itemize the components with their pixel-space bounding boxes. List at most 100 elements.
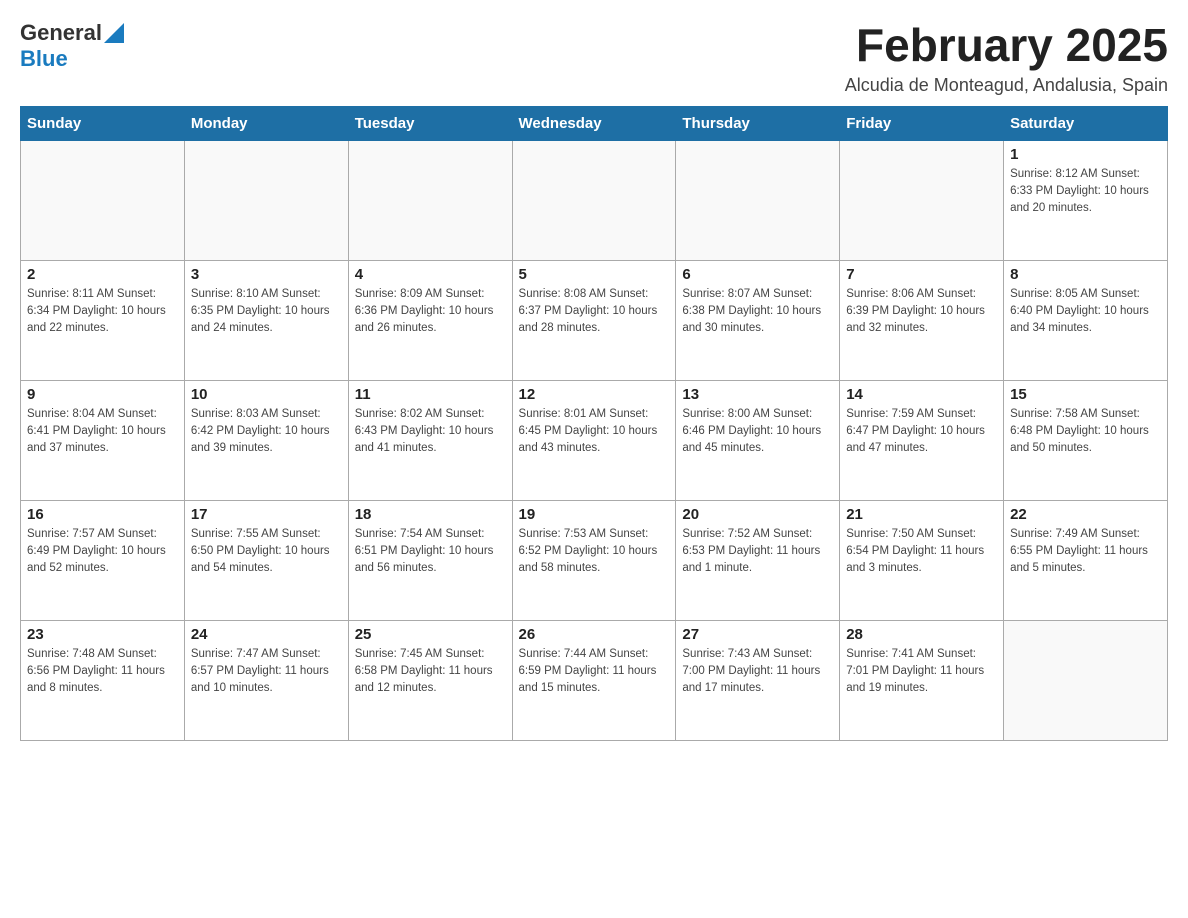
day-info: Sunrise: 8:12 AM Sunset: 6:33 PM Dayligh… <box>1010 166 1161 218</box>
calendar-day-cell: 16 Sunrise: 7:57 AM Sunset: 6:49 PM Dayli… <box>21 500 185 620</box>
weekday-header-tuesday: Tuesday <box>348 106 512 140</box>
calendar-day-cell: 2 Sunrise: 8:11 AM Sunset: 6:34 PM Daylig… <box>21 260 185 380</box>
day-number: 3 <box>191 266 342 283</box>
day-info: Sunrise: 8:00 AM Sunset: 6:46 PM Dayligh… <box>682 406 833 458</box>
calendar-day-cell: 15 Sunrise: 7:58 AM Sunset: 6:48 PM Dayli… <box>1004 380 1168 500</box>
day-info: Sunrise: 7:55 AM Sunset: 6:50 PM Dayligh… <box>191 526 342 578</box>
logo-general-text: General <box>20 20 102 46</box>
day-info: Sunrise: 8:03 AM Sunset: 6:42 PM Dayligh… <box>191 406 342 458</box>
day-number: 8 <box>1010 266 1161 283</box>
day-number: 15 <box>1010 386 1161 403</box>
calendar-day-cell: 6 Sunrise: 8:07 AM Sunset: 6:38 PM Daylig… <box>676 260 840 380</box>
day-info: Sunrise: 7:44 AM Sunset: 6:59 PM Dayligh… <box>519 646 670 698</box>
day-info: Sunrise: 7:53 AM Sunset: 6:52 PM Dayligh… <box>519 526 670 578</box>
logo-blue-text: Blue <box>20 46 68 72</box>
day-info: Sunrise: 7:50 AM Sunset: 6:54 PM Dayligh… <box>846 526 997 578</box>
calendar-day-cell: 11 Sunrise: 8:02 AM Sunset: 6:43 PM Dayli… <box>348 380 512 500</box>
calendar-day-cell: 25 Sunrise: 7:45 AM Sunset: 6:58 PM Dayli… <box>348 620 512 740</box>
day-info: Sunrise: 8:06 AM Sunset: 6:39 PM Dayligh… <box>846 286 997 338</box>
location-title: Alcudia de Monteagud, Andalusia, Spain <box>845 75 1168 96</box>
calendar-day-cell: 7 Sunrise: 8:06 AM Sunset: 6:39 PM Daylig… <box>840 260 1004 380</box>
weekday-header-row: SundayMondayTuesdayWednesdayThursdayFrid… <box>21 106 1168 140</box>
calendar-week-row: 9 Sunrise: 8:04 AM Sunset: 6:41 PM Daylig… <box>21 380 1168 500</box>
calendar-day-cell: 1 Sunrise: 8:12 AM Sunset: 6:33 PM Daylig… <box>1004 140 1168 260</box>
day-number: 10 <box>191 386 342 403</box>
day-info: Sunrise: 7:57 AM Sunset: 6:49 PM Dayligh… <box>27 526 178 578</box>
calendar-day-cell: 23 Sunrise: 7:48 AM Sunset: 6:56 PM Dayli… <box>21 620 185 740</box>
calendar-day-cell: 4 Sunrise: 8:09 AM Sunset: 6:36 PM Daylig… <box>348 260 512 380</box>
day-number: 6 <box>682 266 833 283</box>
calendar-day-cell <box>840 140 1004 260</box>
day-number: 1 <box>1010 146 1161 163</box>
calendar-day-cell: 24 Sunrise: 7:47 AM Sunset: 6:57 PM Dayli… <box>184 620 348 740</box>
calendar-day-cell: 9 Sunrise: 8:04 AM Sunset: 6:41 PM Daylig… <box>21 380 185 500</box>
calendar-day-cell: 22Sunrise: 7:49 AM Sunset: 6:55 PM Dayli… <box>1004 500 1168 620</box>
calendar-week-row: 1 Sunrise: 8:12 AM Sunset: 6:33 PM Daylig… <box>21 140 1168 260</box>
calendar-day-cell: 20 Sunrise: 7:52 AM Sunset: 6:53 PM Dayli… <box>676 500 840 620</box>
day-number: 25 <box>355 626 506 643</box>
day-info: Sunrise: 8:09 AM Sunset: 6:36 PM Dayligh… <box>355 286 506 338</box>
day-info: Sunrise: 7:52 AM Sunset: 6:53 PM Dayligh… <box>682 526 833 578</box>
day-info: Sunrise: 8:07 AM Sunset: 6:38 PM Dayligh… <box>682 286 833 338</box>
calendar-day-cell: 13 Sunrise: 8:00 AM Sunset: 6:46 PM Dayli… <box>676 380 840 500</box>
day-info: Sunrise: 7:41 AM Sunset: 7:01 PM Dayligh… <box>846 646 997 698</box>
calendar-week-row: 23 Sunrise: 7:48 AM Sunset: 6:56 PM Dayli… <box>21 620 1168 740</box>
weekday-header-sunday: Sunday <box>21 106 185 140</box>
calendar-day-cell: 5 Sunrise: 8:08 AM Sunset: 6:37 PM Daylig… <box>512 260 676 380</box>
day-info: Sunrise: 8:08 AM Sunset: 6:37 PM Dayligh… <box>519 286 670 338</box>
calendar-day-cell: 10 Sunrise: 8:03 AM Sunset: 6:42 PM Dayli… <box>184 380 348 500</box>
calendar-day-cell: 19 Sunrise: 7:53 AM Sunset: 6:52 PM Dayli… <box>512 500 676 620</box>
day-info: Sunrise: 7:54 AM Sunset: 6:51 PM Dayligh… <box>355 526 506 578</box>
calendar-day-cell: 27Sunrise: 7:43 AM Sunset: 7:00 PM Dayli… <box>676 620 840 740</box>
day-info: Sunrise: 7:58 AM Sunset: 6:48 PM Dayligh… <box>1010 406 1161 458</box>
header: General Blue February 2025 Alcudia de Mo… <box>20 20 1168 96</box>
day-info: Sunrise: 7:49 AM Sunset: 6:55 PM Dayligh… <box>1010 526 1161 578</box>
day-number: 19 <box>519 506 670 523</box>
day-info: Sunrise: 7:45 AM Sunset: 6:58 PM Dayligh… <box>355 646 506 698</box>
title-block: February 2025 Alcudia de Monteagud, Anda… <box>845 20 1168 96</box>
day-number: 2 <box>27 266 178 283</box>
day-info: Sunrise: 7:47 AM Sunset: 6:57 PM Dayligh… <box>191 646 342 698</box>
day-info: Sunrise: 8:04 AM Sunset: 6:41 PM Dayligh… <box>27 406 178 458</box>
day-number: 16 <box>27 506 178 523</box>
calendar-day-cell: 28 Sunrise: 7:41 AM Sunset: 7:01 PM Dayli… <box>840 620 1004 740</box>
weekday-header-monday: Monday <box>184 106 348 140</box>
day-number: 23 <box>27 626 178 643</box>
weekday-header-friday: Friday <box>840 106 1004 140</box>
day-number: 9 <box>27 386 178 403</box>
day-info: Sunrise: 8:10 AM Sunset: 6:35 PM Dayligh… <box>191 286 342 338</box>
day-number: 24 <box>191 626 342 643</box>
calendar-day-cell <box>512 140 676 260</box>
day-number: 5 <box>519 266 670 283</box>
calendar-day-cell <box>1004 620 1168 740</box>
calendar-day-cell: 26Sunrise: 7:44 AM Sunset: 6:59 PM Dayli… <box>512 620 676 740</box>
logo: General Blue <box>20 20 124 72</box>
calendar-week-row: 2 Sunrise: 8:11 AM Sunset: 6:34 PM Daylig… <box>21 260 1168 380</box>
calendar-day-cell <box>676 140 840 260</box>
day-number: 4 <box>355 266 506 283</box>
day-info: Sunrise: 8:02 AM Sunset: 6:43 PM Dayligh… <box>355 406 506 458</box>
day-number: 20 <box>682 506 833 523</box>
calendar-day-cell: 3 Sunrise: 8:10 AM Sunset: 6:35 PM Daylig… <box>184 260 348 380</box>
day-number: 28 <box>846 626 997 643</box>
day-number: 14 <box>846 386 997 403</box>
day-number: 7 <box>846 266 997 283</box>
day-info: Sunrise: 7:59 AM Sunset: 6:47 PM Dayligh… <box>846 406 997 458</box>
calendar-day-cell <box>184 140 348 260</box>
day-info: Sunrise: 8:11 AM Sunset: 6:34 PM Dayligh… <box>27 286 178 338</box>
calendar-day-cell: 18Sunrise: 7:54 AM Sunset: 6:51 PM Dayli… <box>348 500 512 620</box>
calendar-table: SundayMondayTuesdayWednesdayThursdayFrid… <box>20 106 1168 741</box>
calendar-day-cell: 12Sunrise: 8:01 AM Sunset: 6:45 PM Dayli… <box>512 380 676 500</box>
calendar-day-cell: 14 Sunrise: 7:59 AM Sunset: 6:47 PM Dayli… <box>840 380 1004 500</box>
day-number: 13 <box>682 386 833 403</box>
logo-triangle-icon <box>104 23 124 43</box>
day-number: 21 <box>846 506 997 523</box>
calendar-day-cell <box>21 140 185 260</box>
day-info: Sunrise: 7:48 AM Sunset: 6:56 PM Dayligh… <box>27 646 178 698</box>
day-info: Sunrise: 7:43 AM Sunset: 7:00 PM Dayligh… <box>682 646 833 698</box>
calendar-day-cell <box>348 140 512 260</box>
calendar-day-cell: 8Sunrise: 8:05 AM Sunset: 6:40 PM Daylig… <box>1004 260 1168 380</box>
weekday-header-saturday: Saturday <box>1004 106 1168 140</box>
day-number: 11 <box>355 386 506 403</box>
day-number: 17 <box>191 506 342 523</box>
